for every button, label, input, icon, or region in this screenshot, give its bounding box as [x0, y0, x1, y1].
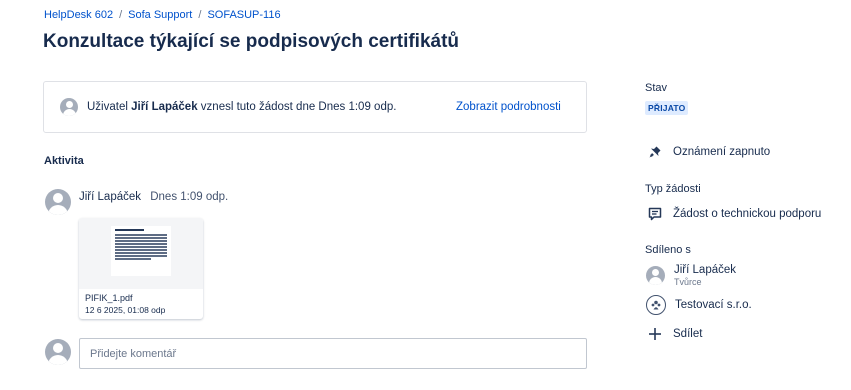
request-type: Žádost o technickou podporu	[646, 205, 821, 223]
comment-header: Jiří Lapáček Dnes 1:09 odp.	[79, 191, 228, 203]
raised-suffix: vznesl tuto žádost dne Dnes 1:09 odp.	[200, 101, 397, 113]
share-button[interactable]: Sdílet	[646, 325, 702, 343]
raised-prefix: Uživatel	[87, 101, 128, 113]
activity-heading: Aktivita	[44, 155, 84, 167]
status-badge: PŘIJATO	[645, 101, 689, 115]
shared-with-label: Sdíleno s	[645, 244, 691, 256]
breadcrumb-issue-key[interactable]: SOFASUP-116	[207, 9, 280, 21]
plus-icon	[646, 325, 664, 343]
attachment-date: 12 6 2025, 01:08 odp	[85, 305, 166, 315]
request-type-value: Žádost o technickou podporu	[673, 208, 822, 220]
attachment-filename: PIFIK_1.pdf	[85, 293, 133, 303]
request-raised-panel: Uživatel Jiří Lapáček vznesl tuto žádost…	[43, 81, 587, 133]
attachment-thumbnail	[79, 218, 203, 289]
shared-person-role: Tvůrce	[674, 277, 702, 287]
status-label: Stav	[645, 82, 668, 94]
breadcrumb-separator: /	[119, 9, 123, 21]
breadcrumb-project[interactable]: HelpDesk 602	[44, 9, 113, 21]
request-type-icon	[646, 205, 664, 223]
bell-icon	[646, 143, 664, 161]
comment-author[interactable]: Jiří Lapáček	[79, 191, 141, 203]
notification-toggle[interactable]: Oznámení zapnuto	[646, 143, 770, 161]
user-avatar-icon	[646, 266, 665, 285]
user-avatar-icon	[45, 189, 71, 215]
document-preview-icon	[111, 226, 171, 276]
shared-person-name: Jiří Lapáček	[674, 264, 737, 276]
shared-organization-name: Testovací s.r.o.	[675, 299, 752, 311]
request-type-label: Typ žádosti	[645, 183, 701, 195]
share-label: Sdílet	[673, 328, 703, 340]
page-title: Konzultace týkající se podpisových certi…	[43, 31, 460, 52]
breadcrumb-portal[interactable]: Sofa Support	[128, 9, 192, 21]
breadcrumb: HelpDesk 602 / Sofa Support / SOFASUP-11…	[44, 9, 281, 21]
user-avatar-icon	[60, 98, 78, 116]
show-details-link[interactable]: Zobrazit podrobnosti	[456, 101, 561, 113]
request-raised-text: Uživatel Jiří Lapáček vznesl tuto žádost…	[87, 101, 396, 113]
organization-icon	[646, 295, 666, 315]
shared-organization: Testovací s.r.o.	[646, 295, 752, 315]
user-avatar-icon	[45, 339, 71, 365]
notification-text: Oznámení zapnuto	[673, 146, 771, 158]
raised-user: Jiří Lapáček	[131, 101, 198, 113]
add-comment-input[interactable]	[79, 338, 587, 369]
attachment-card[interactable]: PIFIK_1.pdf 12 6 2025, 01:08 odp	[79, 218, 203, 319]
comment-time: Dnes 1:09 odp.	[150, 191, 229, 203]
shared-person: Jiří Lapáček Tvůrce	[646, 264, 736, 287]
breadcrumb-separator: /	[198, 9, 202, 21]
